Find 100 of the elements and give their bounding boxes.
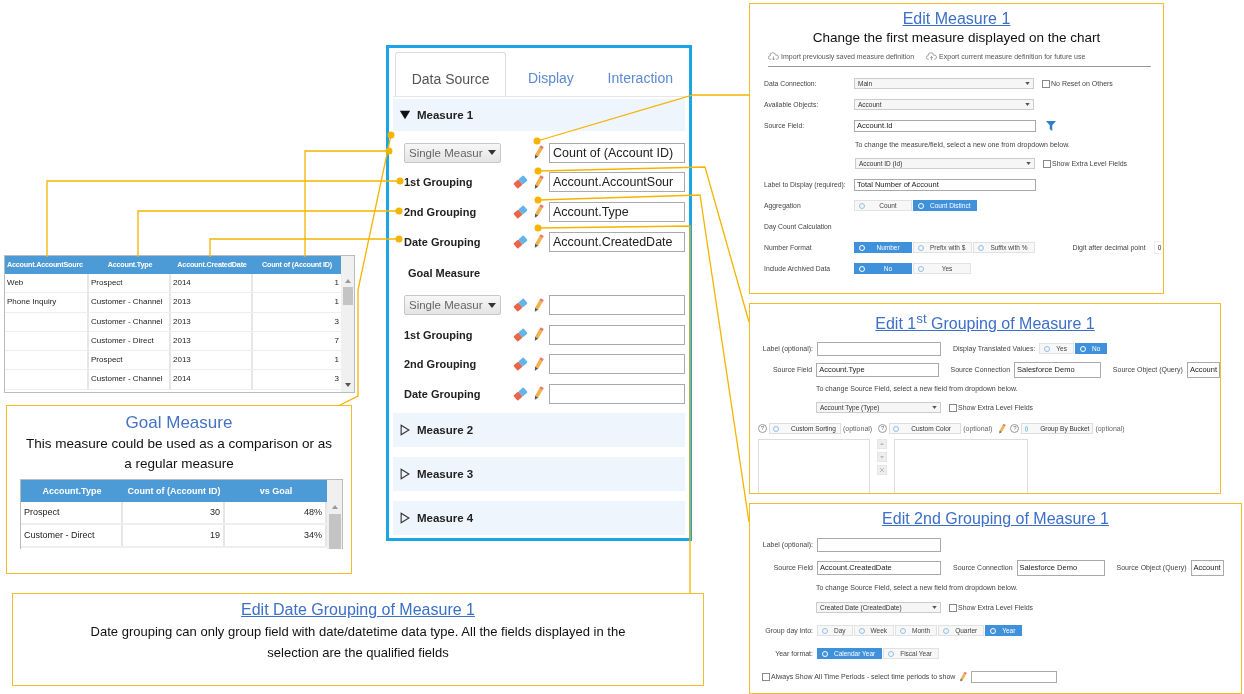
scroll-up-icon[interactable] [343, 278, 352, 284]
caret-icon [932, 606, 937, 609]
section-heading: Goal Measure [407, 266, 482, 282]
table-cell-text: Phone Inquiry [7, 296, 57, 309]
table-cell-text: 1 [334, 354, 339, 367]
tab[interactable]: Interaction [595, 52, 685, 96]
table-cell-text: Web [7, 277, 24, 289]
accordion-header[interactable]: Measure 2 [393, 412, 685, 447]
text-field[interactable] [549, 383, 685, 404]
eraser-icon[interactable] [512, 174, 529, 191]
text-field[interactable]: Account.Type [549, 202, 685, 222]
panel-title: Edit 2nd Grouping of Measure 1 [882, 510, 1109, 527]
field-label: 2nd Grouping [404, 358, 477, 371]
cloud-icon [926, 52, 938, 61]
table-cell-text: 7 [334, 334, 339, 347]
pencil-icon[interactable] [533, 296, 544, 314]
scroll-thumb[interactable] [342, 287, 353, 305]
callout-title: Goal Measure [124, 413, 234, 433]
callout-description: Date grouping can only group field with date/datetime data type. All the fields displayed in the selection are the qualified fields [89, 623, 627, 662]
table-cell: 48% [304, 507, 322, 517]
checkbox[interactable] [949, 603, 957, 612]
eraser-icon[interactable] [512, 233, 529, 250]
field-label: Date Grouping [404, 387, 481, 400]
caret-icon [488, 302, 496, 308]
accordion-header[interactable]: Measure 3 [393, 456, 685, 491]
checkbox[interactable] [1042, 79, 1050, 88]
table-cell-text: 2013 [173, 315, 191, 328]
text-field[interactable] [549, 324, 685, 345]
text-field[interactable]: Account.AccountSour [549, 172, 685, 193]
scroll-thumb[interactable] [328, 514, 341, 549]
table-cell-text: Customer - Channel [91, 373, 163, 386]
caret-icon [1025, 82, 1030, 85]
filter-icon[interactable] [1046, 120, 1056, 131]
dropdown[interactable]: Single Measur [404, 142, 501, 163]
field-label: 1st Grouping [404, 176, 473, 189]
move-down-button[interactable] [877, 452, 887, 463]
table-cell-text: 1 [334, 277, 339, 289]
text-field[interactable]: Count of (Account ID) [549, 142, 685, 163]
table-cell-text: Customer - Direct [91, 334, 154, 347]
pencil-icon[interactable] [959, 670, 968, 683]
triangle-right-icon [399, 467, 411, 480]
pencil-icon[interactable] [533, 173, 544, 191]
column-header: Account.Type [41, 485, 103, 498]
caret-icon [932, 406, 937, 410]
caret-icon [488, 150, 496, 156]
column-header: vs Goal [258, 485, 294, 498]
text-field[interactable] [971, 670, 1058, 683]
table-cell: 19 [210, 530, 220, 540]
field-label: Date Grouping [404, 235, 481, 248]
pencil-icon[interactable] [998, 422, 1007, 435]
triangle-right-icon [399, 423, 411, 436]
caret-icon [1026, 162, 1031, 165]
dropdown[interactable]: Single Measur [404, 295, 501, 316]
triangle-right-icon [399, 511, 411, 524]
table-cell: 30 [210, 507, 220, 517]
checkbox[interactable] [762, 672, 770, 681]
cloud-icon [768, 52, 779, 61]
scroll-up-icon[interactable] [330, 504, 339, 510]
text-field[interactable] [549, 354, 685, 375]
text-field[interactable] [549, 295, 685, 316]
eraser-icon[interactable] [512, 297, 529, 314]
eraser-icon[interactable] [512, 326, 529, 343]
field-label: 1st Grouping [404, 328, 473, 341]
accordion-header[interactable]: Measure 1 [393, 99, 685, 131]
callout-description: This measure could be used as a comparison or as a regular measure [24, 435, 334, 473]
checkbox[interactable] [949, 403, 957, 412]
eraser-icon[interactable] [512, 356, 529, 373]
panel-title: Edit 1$^{st}$ Grouping of Measure 1 [875, 315, 1095, 333]
scroll-down-icon[interactable] [343, 382, 352, 388]
accordion-header[interactable]: Measure 4 [393, 500, 685, 535]
caret-icon [1025, 103, 1030, 106]
table-cell-text: Customer - Channel [91, 296, 163, 309]
table-cell-text: 2014 [173, 373, 191, 386]
table-cell-text: 3 [334, 315, 339, 328]
panel-title: Edit Measure 1 [902, 10, 1011, 27]
move-up-button[interactable] [877, 439, 887, 450]
table-cell-text: Prospect [91, 277, 123, 289]
table-cell-text: 2013 [173, 354, 191, 367]
eraser-icon[interactable] [512, 204, 529, 220]
triangle-down-icon [399, 109, 411, 121]
scrollbar[interactable] [341, 256, 354, 392]
panel-subtitle: Change the first measure displayed on the chart [811, 29, 1102, 47]
text-field[interactable] [817, 341, 941, 356]
table-cell-text: Prospect [91, 354, 123, 367]
table-cell-text: 2014 [173, 277, 191, 289]
field-label: 2nd Grouping [404, 206, 477, 218]
scrollbar[interactable] [327, 480, 342, 549]
table-cell-text: 3 [334, 373, 339, 386]
remove-button[interactable] [877, 465, 887, 476]
table-cell: Prospect [24, 507, 60, 517]
eraser-icon[interactable] [512, 385, 529, 402]
text-field[interactable]: Account.CreatedDate [549, 231, 685, 252]
tab[interactable]: Display [506, 52, 596, 96]
checkbox[interactable] [1043, 159, 1051, 168]
pencil-icon[interactable] [533, 355, 544, 373]
table-cell-text: Customer - Channel [91, 315, 163, 328]
text-field[interactable] [817, 537, 941, 552]
column-header: Count of (Account ID) [126, 485, 222, 498]
tab[interactable]: Data Source [395, 52, 507, 96]
table-cell-text: 2013 [173, 296, 191, 309]
